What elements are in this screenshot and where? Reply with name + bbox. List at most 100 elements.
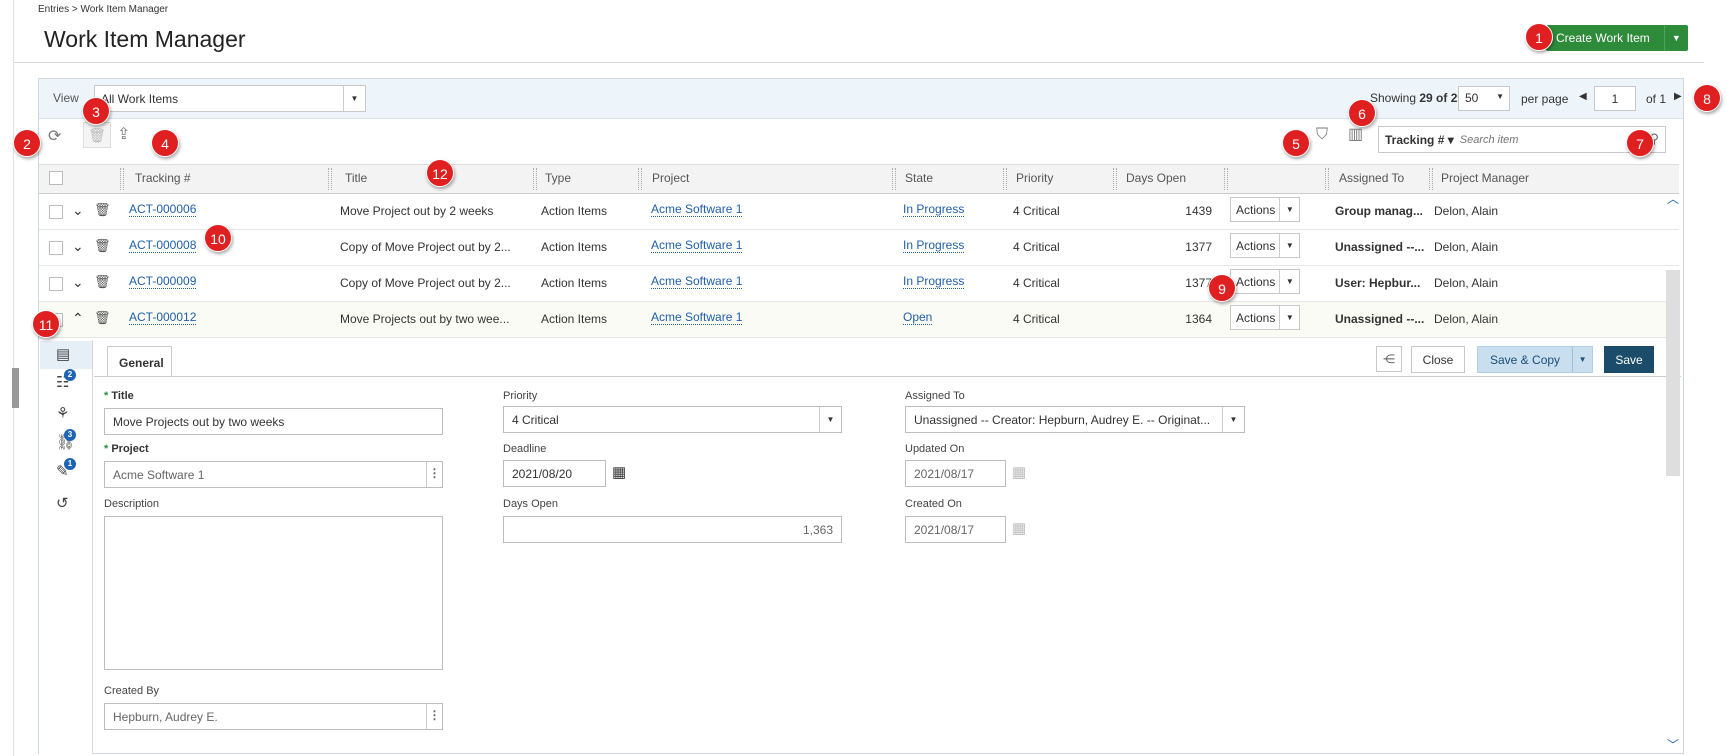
state-link[interactable]: In Progress — [903, 274, 965, 289]
filter-icon[interactable]: ⛉ — [1316, 126, 1328, 144]
column-resize-handle[interactable] — [1113, 168, 1117, 190]
col-assigned-to[interactable]: Assigned To — [1339, 171, 1404, 185]
description-textarea[interactable] — [104, 516, 443, 670]
col-days-open[interactable]: Days Open — [1126, 171, 1186, 185]
expand-chevron-icon[interactable]: ⌄ — [72, 238, 84, 255]
close-button[interactable]: Close — [1411, 346, 1465, 373]
trash-icon[interactable]: 🗑 — [94, 274, 111, 290]
column-resize-handle[interactable] — [1224, 168, 1228, 190]
columns-icon[interactable]: ▥ — [1348, 124, 1363, 144]
trash-icon[interactable]: 🗑 — [94, 310, 111, 326]
col-priority[interactable]: Priority — [1016, 171, 1053, 185]
save-button[interactable]: Save — [1604, 346, 1654, 373]
more-options-icon[interactable]: ⋮ — [426, 704, 442, 729]
priority-select[interactable]: 4 Critical ▼ — [503, 406, 842, 433]
refresh-icon[interactable]: ⟳ — [48, 126, 61, 146]
table-row-expanded[interactable] — [39, 302, 1679, 338]
page-number-input[interactable]: 1 — [1594, 86, 1636, 111]
workflow-icon[interactable]: ⚘ — [56, 404, 69, 422]
collapse-handle[interactable] — [12, 368, 19, 408]
expand-chevron-icon[interactable]: ⌄ — [72, 202, 84, 219]
row-checkbox[interactable] — [49, 241, 63, 255]
column-resize-handle[interactable] — [328, 168, 332, 190]
column-resize-handle[interactable] — [638, 168, 642, 190]
header-divider — [14, 62, 1704, 63]
calendar-icon: ▦ — [1012, 464, 1027, 481]
collapse-chevron-icon[interactable]: ⌃ — [72, 310, 84, 327]
col-project[interactable]: Project — [652, 171, 689, 185]
chevron-down-icon[interactable]: ▼ — [1663, 25, 1688, 51]
next-page-icon[interactable]: ▶ — [1674, 91, 1682, 102]
column-resize-handle[interactable] — [1429, 168, 1433, 190]
tracking-link[interactable]: ACT-000006 — [129, 202, 197, 217]
table-row[interactable] — [39, 266, 1679, 302]
trash-icon[interactable]: 🗑 — [94, 238, 111, 254]
scroll-up-icon[interactable]: ︿ — [1667, 190, 1679, 207]
row-checkbox[interactable] — [49, 205, 63, 219]
search-box: Tracking # ▾ ⚲ — [1378, 126, 1666, 153]
col-project-manager[interactable]: Project Manager — [1441, 171, 1529, 185]
col-state[interactable]: State — [905, 171, 933, 185]
column-resize-handle[interactable] — [1003, 168, 1007, 190]
actions-dropdown[interactable]: Actions ▼ — [1230, 305, 1301, 330]
export-icon[interactable]: ⇪ — [117, 124, 130, 144]
trash-icon[interactable]: 🗑 — [94, 202, 111, 218]
state-link[interactable]: Open — [903, 310, 933, 325]
deadline-field[interactable]: 2021/08/20 — [503, 460, 606, 487]
callout-marker: 1 — [1525, 23, 1553, 51]
callout-marker: 11 — [32, 310, 60, 338]
col-title[interactable]: Title — [345, 171, 367, 185]
select-all-checkbox[interactable] — [49, 171, 63, 185]
tab-general[interactable]: General — [107, 346, 172, 377]
actions-dropdown[interactable]: Actions ▼ — [1230, 197, 1301, 222]
column-resize-handle[interactable] — [120, 168, 124, 190]
project-link[interactable]: Acme Software 1 — [651, 238, 743, 253]
tracking-link[interactable]: ACT-000009 — [129, 274, 197, 289]
document-icon[interactable]: ▤ — [56, 345, 70, 363]
chevron-down-icon[interactable]: ▼ — [1572, 347, 1592, 372]
column-resize-handle[interactable] — [533, 168, 537, 190]
column-resize-handle[interactable] — [1325, 168, 1329, 190]
created-by-value: Hepburn, Audrey E. — [113, 710, 218, 724]
title-field[interactable]: Move Projects out by two weeks — [104, 408, 443, 435]
project-field[interactable]: Acme Software 1 ⋮ — [104, 461, 443, 488]
project-link[interactable]: Acme Software 1 — [651, 202, 743, 217]
delete-icon[interactable]: 🗑 — [83, 122, 111, 148]
row-priority: 4 Critical — [1013, 312, 1060, 326]
per-page-value: 50 — [1465, 91, 1479, 105]
row-checkbox[interactable] — [49, 277, 63, 291]
project-link[interactable]: Acme Software 1 — [651, 310, 743, 325]
prev-page-icon[interactable]: ◀ — [1579, 91, 1587, 102]
actions-dropdown[interactable]: Actions ▼ — [1230, 233, 1301, 258]
view-select[interactable]: All Work Items ▼ — [94, 85, 366, 112]
tracking-link[interactable]: ACT-000008 — [129, 238, 197, 253]
search-input[interactable] — [1457, 132, 1628, 147]
scrollbar-thumb[interactable] — [1666, 270, 1680, 476]
col-tracking[interactable]: Tracking # — [135, 171, 191, 185]
breadcrumb[interactable]: Entries > Work Item Manager — [38, 4, 168, 15]
actions-dropdown[interactable]: Actions ▼ — [1230, 269, 1301, 294]
table-row[interactable] — [39, 194, 1679, 230]
assigned-to-select[interactable]: Unassigned -- Creator: Hepburn, Audrey E… — [905, 406, 1245, 433]
project-value: Acme Software 1 — [113, 468, 205, 482]
calendar-icon[interactable]: ▦ — [612, 463, 626, 481]
created-by-field[interactable]: Hepburn, Audrey E. ⋮ — [104, 703, 443, 730]
scroll-down-icon[interactable]: ﹀ — [1667, 736, 1679, 753]
state-link[interactable]: In Progress — [903, 238, 965, 253]
col-type[interactable]: Type — [545, 171, 571, 185]
expand-chevron-icon[interactable]: ⌄ — [72, 274, 84, 291]
table-row[interactable] — [39, 230, 1679, 266]
callout-marker: 12 — [426, 159, 454, 187]
tracking-link[interactable]: ACT-000012 — [129, 310, 197, 325]
per-page-select[interactable]: 50 ▼ — [1458, 86, 1510, 111]
project-link[interactable]: Acme Software 1 — [651, 274, 743, 289]
create-work-item-button[interactable]: Create Work Item ▼ — [1546, 25, 1688, 51]
share-button[interactable]: ⋲ — [1376, 346, 1402, 372]
state-link[interactable]: In Progress — [903, 202, 965, 217]
history-icon[interactable]: ↺ — [56, 494, 69, 512]
page-total-label: of 1 — [1646, 92, 1667, 106]
search-field-select[interactable]: Tracking # ▾ — [1379, 133, 1458, 147]
more-options-icon[interactable]: ⋮ — [426, 462, 442, 487]
column-resize-handle[interactable] — [892, 168, 896, 190]
save-and-copy-button[interactable]: Save & Copy ▼ — [1477, 346, 1594, 373]
